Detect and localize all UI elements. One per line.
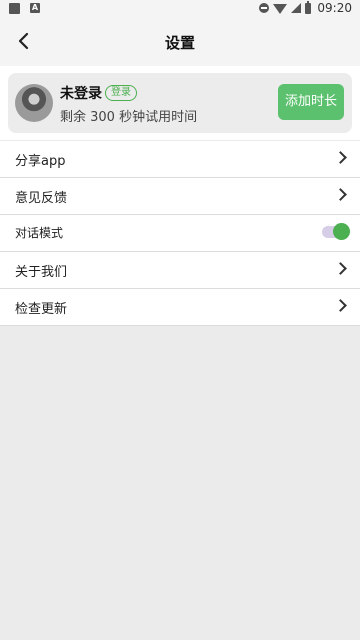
menu-item-about-us[interactable]: 关于我们 [0, 252, 360, 289]
add-time-button[interactable]: 添加时长 [278, 84, 344, 120]
user-name: 未登录 [60, 86, 102, 102]
status-bar: A 09:20 [0, 0, 360, 18]
menu-item-feedback[interactable]: 意见反馈 [0, 178, 360, 215]
wifi-icon [273, 4, 288, 14]
chevron-right-icon [334, 188, 347, 201]
a-icon: A [30, 3, 40, 13]
toggle-knob [333, 223, 350, 240]
profile-card: 未登录 登录 剩余 300 秒钟试用时间 添加时长 [8, 73, 352, 133]
app-header: 设置 [0, 18, 360, 66]
menu-item-label: 意见反馈 [15, 191, 68, 206]
settings-menu: 分享app 意见反馈 对话模式 关于我们 检查更新 [0, 141, 360, 326]
status-time: 09:20 [317, 1, 352, 15]
profile-section: 未登录 登录 剩余 300 秒钟试用时间 添加时长 [0, 66, 360, 140]
login-button[interactable]: 登录 [105, 85, 137, 101]
menu-item-label: 关于我们 [15, 265, 68, 280]
chevron-right-icon [334, 262, 347, 275]
do-not-disturb-icon [259, 3, 270, 13]
menu-item-label: 对话模式 [15, 226, 64, 240]
trial-remaining-text: 剩余 300 秒钟试用时间 [60, 110, 198, 125]
menu-item-label: 检查更新 [15, 302, 68, 317]
menu-item-label: 分享app [15, 154, 66, 169]
menu-item-dialog-mode: 对话模式 [0, 215, 360, 252]
menu-item-share-app[interactable]: 分享app [0, 141, 360, 178]
page-title: 设置 [164, 34, 195, 52]
image-icon [9, 3, 20, 14]
dialog-mode-toggle[interactable] [322, 223, 350, 240]
menu-item-check-update[interactable]: 检查更新 [0, 289, 360, 326]
chevron-right-icon [334, 299, 347, 312]
avatar[interactable] [15, 84, 53, 122]
battery-icon [305, 0, 312, 14]
signal-icon [291, 3, 302, 13]
chevron-right-icon [334, 151, 347, 164]
